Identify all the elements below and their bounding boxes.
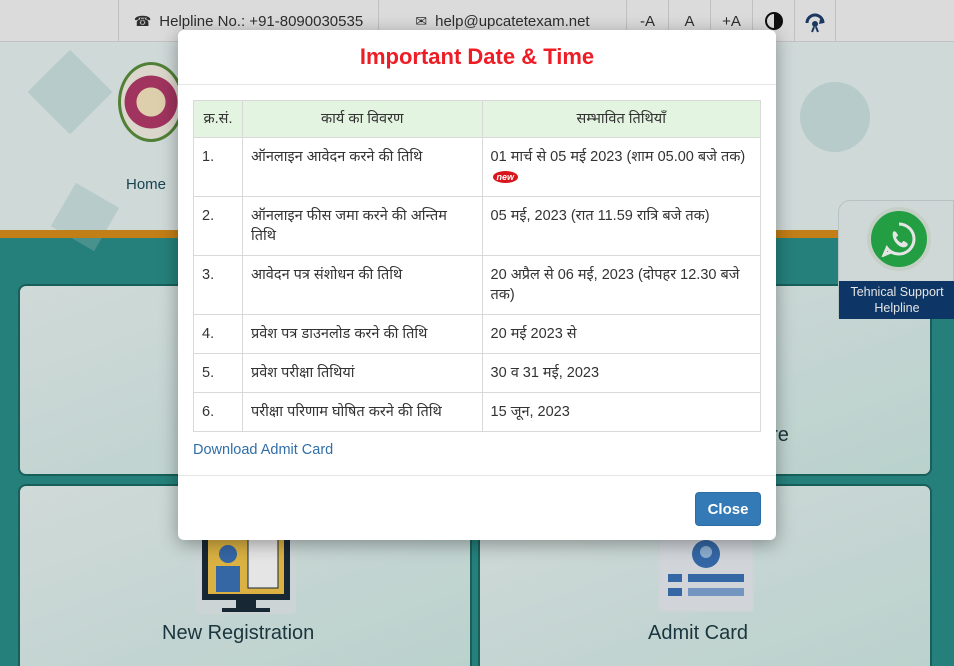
row-date-text: 01 मार्च से 05 मई 2023 (शाम 05.00 बजे तक… — [490, 149, 746, 165]
table-row: 1. ऑनलाइन आवेदन करने की तिथि 01 मार्च से… — [193, 137, 762, 197]
modal-footer: Close — [178, 475, 776, 540]
modal-header: Important Date & Time — [178, 30, 776, 85]
row-description: ऑनलाइन फीस जमा करने की अन्तिम तिथि — [241, 196, 483, 256]
row-sn: 2. — [193, 196, 243, 256]
row-description: परीक्षा परिणाम घोषित करने की तिथि — [241, 392, 483, 432]
row-description: प्रवेश पत्र डाउनलोड करने की तिथि — [241, 314, 483, 354]
row-sn: 1. — [193, 137, 243, 197]
table-row: 3. आवेदन पत्र संशोधन की तिथि 20 अप्रैल स… — [193, 255, 762, 315]
header-sn: क्र.सं. — [193, 100, 243, 138]
important-dates-modal: Important Date & Time क्र.सं. कार्य का व… — [178, 30, 776, 540]
row-date: 05 मई, 2023 (रात 11.59 रात्रि बजे तक) — [481, 196, 762, 256]
download-admit-card-link[interactable]: Download Admit Card — [193, 442, 333, 458]
header-dates: सम्भावित तिथियाँ — [481, 100, 762, 138]
modal-body: क्र.सं. कार्य का विवरण सम्भावित तिथियाँ … — [193, 100, 762, 432]
header-description: कार्य का विवरण — [241, 100, 483, 138]
new-badge-icon: new — [492, 171, 519, 184]
modal-title: Important Date & Time — [359, 44, 595, 69]
row-description: आवेदन पत्र संशोधन की तिथि — [241, 255, 483, 315]
table-row: 2. ऑनलाइन फीस जमा करने की अन्तिम तिथि 05… — [193, 196, 762, 256]
table-header-row: क्र.सं. कार्य का विवरण सम्भावित तिथियाँ — [193, 100, 762, 138]
row-description: ऑनलाइन आवेदन करने की तिथि — [241, 137, 483, 197]
row-sn: 5. — [193, 353, 243, 393]
row-sn: 3. — [193, 255, 243, 315]
dates-table: क्र.सं. कार्य का विवरण सम्भावित तिथियाँ … — [193, 100, 762, 432]
row-description: प्रवेश परीक्षा तिथियां — [241, 353, 483, 393]
row-sn: 6. — [193, 392, 243, 432]
table-row: 5. प्रवेश परीक्षा तिथियां 30 व 31 मई, 20… — [193, 353, 762, 393]
table-row: 6. परीक्षा परिणाम घोषित करने की तिथि 15 … — [193, 392, 762, 432]
close-button[interactable]: Close — [695, 492, 761, 526]
row-date: 01 मार्च से 05 मई 2023 (शाम 05.00 बजे तक… — [481, 137, 762, 197]
row-sn: 4. — [193, 314, 243, 354]
row-date: 15 जून, 2023 — [481, 392, 762, 432]
row-date: 30 व 31 मई, 2023 — [481, 353, 762, 393]
row-date: 20 अप्रैल से 06 मई, 2023 (दोपहर 12.30 बज… — [481, 255, 762, 315]
table-row: 4. प्रवेश पत्र डाउनलोड करने की तिथि 20 म… — [193, 314, 762, 354]
row-date: 20 मई 2023 से — [481, 314, 762, 354]
